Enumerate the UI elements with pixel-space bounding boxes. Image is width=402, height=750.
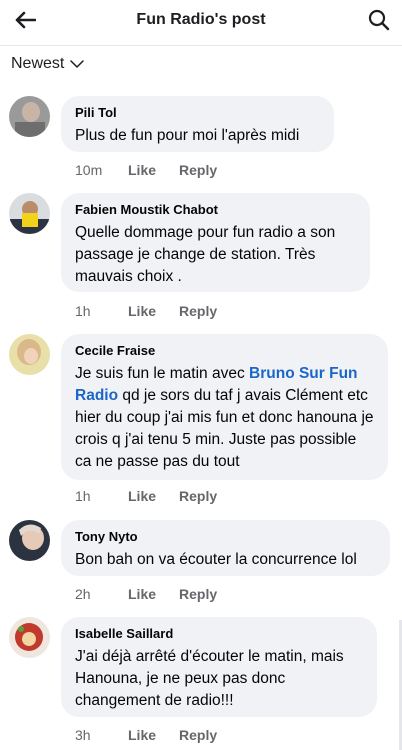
like-button[interactable]: Like xyxy=(128,162,179,178)
avatar[interactable] xyxy=(9,96,50,137)
comment-bubble: Cecile Fraise Je suis fun le matin avec … xyxy=(61,334,388,480)
comment-time[interactable]: 1h xyxy=(75,488,128,504)
comment-text: Bon bah on va écouter la concurrence lol xyxy=(75,551,357,568)
sort-dropdown[interactable]: Newest xyxy=(11,55,85,73)
like-button[interactable]: Like xyxy=(128,303,179,319)
comment-time[interactable]: 1h xyxy=(75,303,128,319)
comment-bubble: Pili Tol Plus de fun pour moi l'après mi… xyxy=(61,96,334,152)
comment-text-end: qd je sors du taf j avais Clément etc hi… xyxy=(75,387,374,470)
avatar[interactable] xyxy=(9,193,50,234)
comment-bubble: Tony Nyto Bon bah on va écouter la concu… xyxy=(61,520,390,576)
comment-actions: 2h Like Reply xyxy=(75,586,217,602)
comment-author[interactable]: Fabien Moustik Chabot xyxy=(75,202,356,218)
chevron-down-icon xyxy=(70,59,85,68)
avatar-image xyxy=(9,617,50,658)
comment-time[interactable]: 3h xyxy=(75,727,128,743)
top-bar: Fun Radio's post xyxy=(0,0,402,46)
comment-text: Je suis fun le matin avec Bruno Sur Fun … xyxy=(75,363,374,473)
comment-text: Plus de fun pour moi l'après midi xyxy=(75,127,300,144)
search-button[interactable] xyxy=(366,7,392,33)
comment-author[interactable]: Pili Tol xyxy=(75,105,320,121)
comment-text-start: Je suis fun le matin avec xyxy=(75,365,250,382)
comment-author[interactable]: Isabelle Saillard xyxy=(75,626,363,642)
reply-button[interactable]: Reply xyxy=(179,586,217,602)
reply-button[interactable]: Reply xyxy=(179,162,217,178)
comment-bubble: Fabien Moustik Chabot Quelle dommage pou… xyxy=(61,193,370,292)
like-button[interactable]: Like xyxy=(128,488,179,504)
comment-actions: 1h Like Reply xyxy=(75,488,217,504)
avatar[interactable] xyxy=(9,617,50,658)
like-button[interactable]: Like xyxy=(128,586,179,602)
comment-bubble: Isabelle Saillard J'ai déjà arrêté d'éco… xyxy=(61,617,377,717)
avatar-image xyxy=(9,96,50,137)
comment-actions: 10m Like Reply xyxy=(75,162,217,178)
comment-time[interactable]: 2h xyxy=(75,586,128,602)
avatar-image xyxy=(9,334,50,375)
reply-button[interactable]: Reply xyxy=(179,303,217,319)
reply-button[interactable]: Reply xyxy=(179,488,217,504)
comment-actions: 3h Like Reply xyxy=(75,727,217,743)
comment-actions: 1h Like Reply xyxy=(75,303,217,319)
search-icon xyxy=(368,9,390,31)
comment-author[interactable]: Cecile Fraise xyxy=(75,343,374,359)
avatar-image xyxy=(9,520,50,561)
comment-text: Quelle dommage pour fun radio a son pass… xyxy=(75,224,336,285)
sort-label: Newest xyxy=(11,55,65,72)
page-title: Fun Radio's post xyxy=(136,11,266,28)
avatar[interactable] xyxy=(9,520,50,561)
avatar[interactable] xyxy=(9,334,50,375)
comment-time[interactable]: 10m xyxy=(75,162,128,178)
reply-button[interactable]: Reply xyxy=(179,727,217,743)
like-button[interactable]: Like xyxy=(128,727,179,743)
comment-text: J'ai déjà arrêté d'écouter le matin, mai… xyxy=(75,648,344,709)
comment-author[interactable]: Tony Nyto xyxy=(75,529,376,545)
avatar-image xyxy=(9,193,50,234)
